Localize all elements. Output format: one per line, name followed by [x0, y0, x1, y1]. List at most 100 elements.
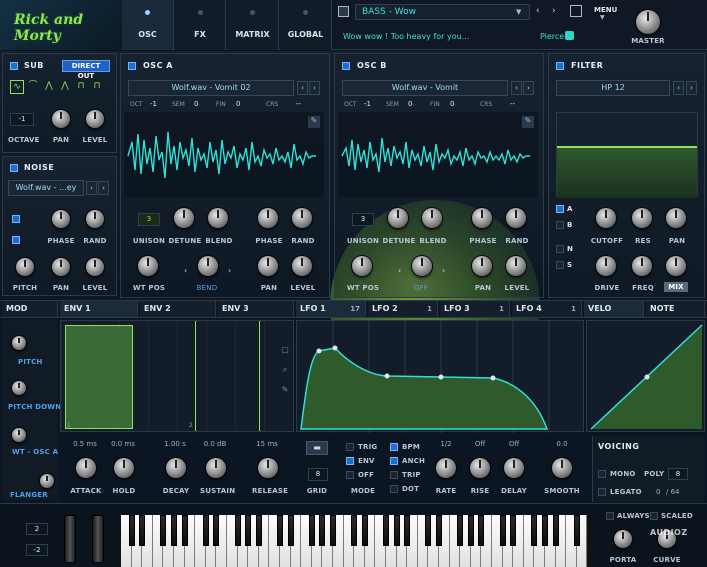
osc-b-unison-value[interactable]: 3: [352, 213, 374, 226]
osc-b-sem-value[interactable]: 0: [408, 100, 412, 108]
tab-env2[interactable]: ENV 2: [140, 301, 216, 317]
noise-next-button[interactable]: ›: [98, 181, 109, 195]
pencil-icon[interactable]: ✎: [522, 116, 534, 128]
tab-lfo2[interactable]: LFO 21: [368, 301, 438, 317]
voicing-mono-checkbox[interactable]: [598, 470, 606, 478]
osc-b-warp-right-button[interactable]: ›: [442, 266, 445, 275]
osc-a-pan-knob[interactable]: [258, 256, 278, 276]
wave-shape-icon[interactable]: ⋀: [42, 80, 56, 94]
filter-mix-knob[interactable]: [666, 256, 686, 276]
osc-a-level-knob[interactable]: [292, 256, 312, 276]
lfo-delay-knob[interactable]: [504, 458, 524, 478]
osc-a-bend-label[interactable]: BEND: [190, 284, 224, 292]
piano-black-key[interactable]: [202, 515, 209, 546]
lock-icon[interactable]: ▢: [277, 340, 293, 360]
piano-black-key[interactable]: [330, 515, 336, 546]
piano-black-key[interactable]: [467, 515, 474, 546]
osc-a-fin-value[interactable]: 0: [236, 100, 240, 108]
prev-preset-button[interactable]: ‹: [536, 6, 540, 16]
env-decay-knob[interactable]: [166, 458, 186, 478]
filter-route-b-checkbox[interactable]: [556, 221, 564, 229]
osc-b-wave-dropdown[interactable]: Wolf.wav - Vomit: [342, 80, 508, 96]
folder-icon[interactable]: ▬: [306, 441, 328, 455]
piano-black-key[interactable]: [383, 515, 389, 546]
lfo-dot-checkbox[interactable]: [390, 485, 398, 493]
pitch-wheel[interactable]: [64, 515, 76, 563]
piano-black-key[interactable]: [478, 515, 485, 546]
osc-b-rand-knob[interactable]: [506, 208, 526, 228]
wave-shape-icon[interactable]: ⋀: [58, 80, 72, 94]
filter-type-dropdown[interactable]: HP 12: [556, 80, 670, 96]
piano-black-key[interactable]: [361, 515, 368, 546]
noise-retrig-toggle[interactable]: [12, 215, 20, 223]
velo-graph[interactable]: [586, 320, 705, 432]
noise-pitch-knob[interactable]: [16, 258, 34, 276]
search-icon[interactable]: ⌕: [277, 360, 293, 380]
tab-env3[interactable]: ENV 3: [218, 301, 294, 317]
osc-a-rand-knob[interactable]: [292, 208, 312, 228]
preset-dropdown-icon[interactable]: ▼: [516, 8, 521, 16]
tab-global[interactable]: GLOBAL: [280, 0, 332, 50]
voicing-legato-checkbox[interactable]: [598, 488, 606, 496]
tab-note[interactable]: NOTE: [646, 301, 705, 317]
sub-pan-knob[interactable]: [52, 110, 70, 128]
mod-wheel[interactable]: [92, 515, 104, 563]
osc-b-next-button[interactable]: ›: [523, 81, 534, 95]
pitch-down-mod-knob[interactable]: [12, 381, 26, 395]
noise-enable-checkbox[interactable]: [10, 164, 18, 172]
porta-scaled-checkbox[interactable]: [650, 512, 658, 520]
lfo-rate-knob[interactable]: [436, 458, 456, 478]
osc-b-warp-left-button[interactable]: ‹: [398, 266, 401, 275]
osc-a-blend-knob[interactable]: [208, 208, 228, 228]
osc-a-next-button[interactable]: ›: [309, 81, 320, 95]
piano-black-key[interactable]: [308, 515, 315, 546]
porta-knob[interactable]: [614, 530, 632, 548]
lfo-off-checkbox[interactable]: [346, 471, 354, 479]
noise-keytrack-toggle[interactable]: [12, 236, 20, 244]
filter-drive-knob[interactable]: [596, 256, 616, 276]
piano-black-key[interactable]: [319, 515, 326, 546]
piano-black-key[interactable]: [181, 515, 188, 546]
osc-b-fin-value[interactable]: 0: [450, 100, 454, 108]
env-attack-knob[interactable]: [76, 458, 96, 478]
lfo-smooth-knob[interactable]: [552, 458, 572, 478]
osc-a-wtpos-knob[interactable]: [138, 256, 158, 276]
osc-a-oct-value[interactable]: -1: [150, 100, 157, 108]
piano-black-key[interactable]: [573, 515, 580, 546]
pencil-icon[interactable]: ✎: [277, 380, 293, 400]
sub-enable-checkbox[interactable]: [10, 62, 18, 70]
next-preset-button[interactable]: ›: [552, 6, 556, 16]
osc-a-warp-left-button[interactable]: ‹: [184, 266, 187, 275]
osc-a-detune-knob[interactable]: [174, 208, 194, 228]
noise-pan-knob[interactable]: [52, 258, 70, 276]
lfo-trip-checkbox[interactable]: [390, 471, 398, 479]
piano-black-key[interactable]: [128, 515, 135, 546]
osc-b-warp-knob[interactable]: [412, 256, 432, 276]
tab-velo[interactable]: VELO: [584, 301, 644, 317]
preset-name[interactable]: BASS - Wow: [355, 4, 530, 20]
osc-b-enable-checkbox[interactable]: [342, 62, 350, 70]
filter-pan-knob[interactable]: [666, 208, 686, 228]
osc-b-phase-knob[interactable]: [472, 208, 492, 228]
piano-black-key[interactable]: [160, 515, 167, 546]
filter-route-s-checkbox[interactable]: [556, 261, 564, 269]
piano-black-key[interactable]: [213, 515, 220, 546]
tab-matrix[interactable]: MATRIX: [227, 0, 279, 50]
osc-a-warp-knob[interactable]: [198, 256, 218, 276]
osc-b-off-label[interactable]: OFF: [404, 284, 438, 292]
noise-level-knob[interactable]: [86, 258, 104, 276]
piano-black-key[interactable]: [510, 515, 517, 546]
piano-black-key[interactable]: [436, 515, 442, 546]
tab-lfo1[interactable]: LFO 1 17: [296, 301, 366, 317]
browser-icon[interactable]: [570, 5, 582, 17]
filter-freq-knob[interactable]: [632, 256, 652, 276]
osc-a-wave-dropdown[interactable]: Wolf.wav - Vomit 02: [128, 80, 294, 96]
tab-lfo4[interactable]: LFO 41: [512, 301, 582, 317]
tab-lfo3[interactable]: LFO 31: [440, 301, 510, 317]
wave-shape-icon[interactable]: ⌒: [26, 80, 40, 94]
mod-depth-knob[interactable]: [40, 474, 54, 488]
wt-osc-a-mod-knob[interactable]: [12, 428, 26, 442]
osc-a-crs-value[interactable]: --: [296, 100, 301, 108]
piano-black-key[interactable]: [425, 515, 432, 546]
lfo-grid-value[interactable]: 8: [308, 468, 328, 481]
